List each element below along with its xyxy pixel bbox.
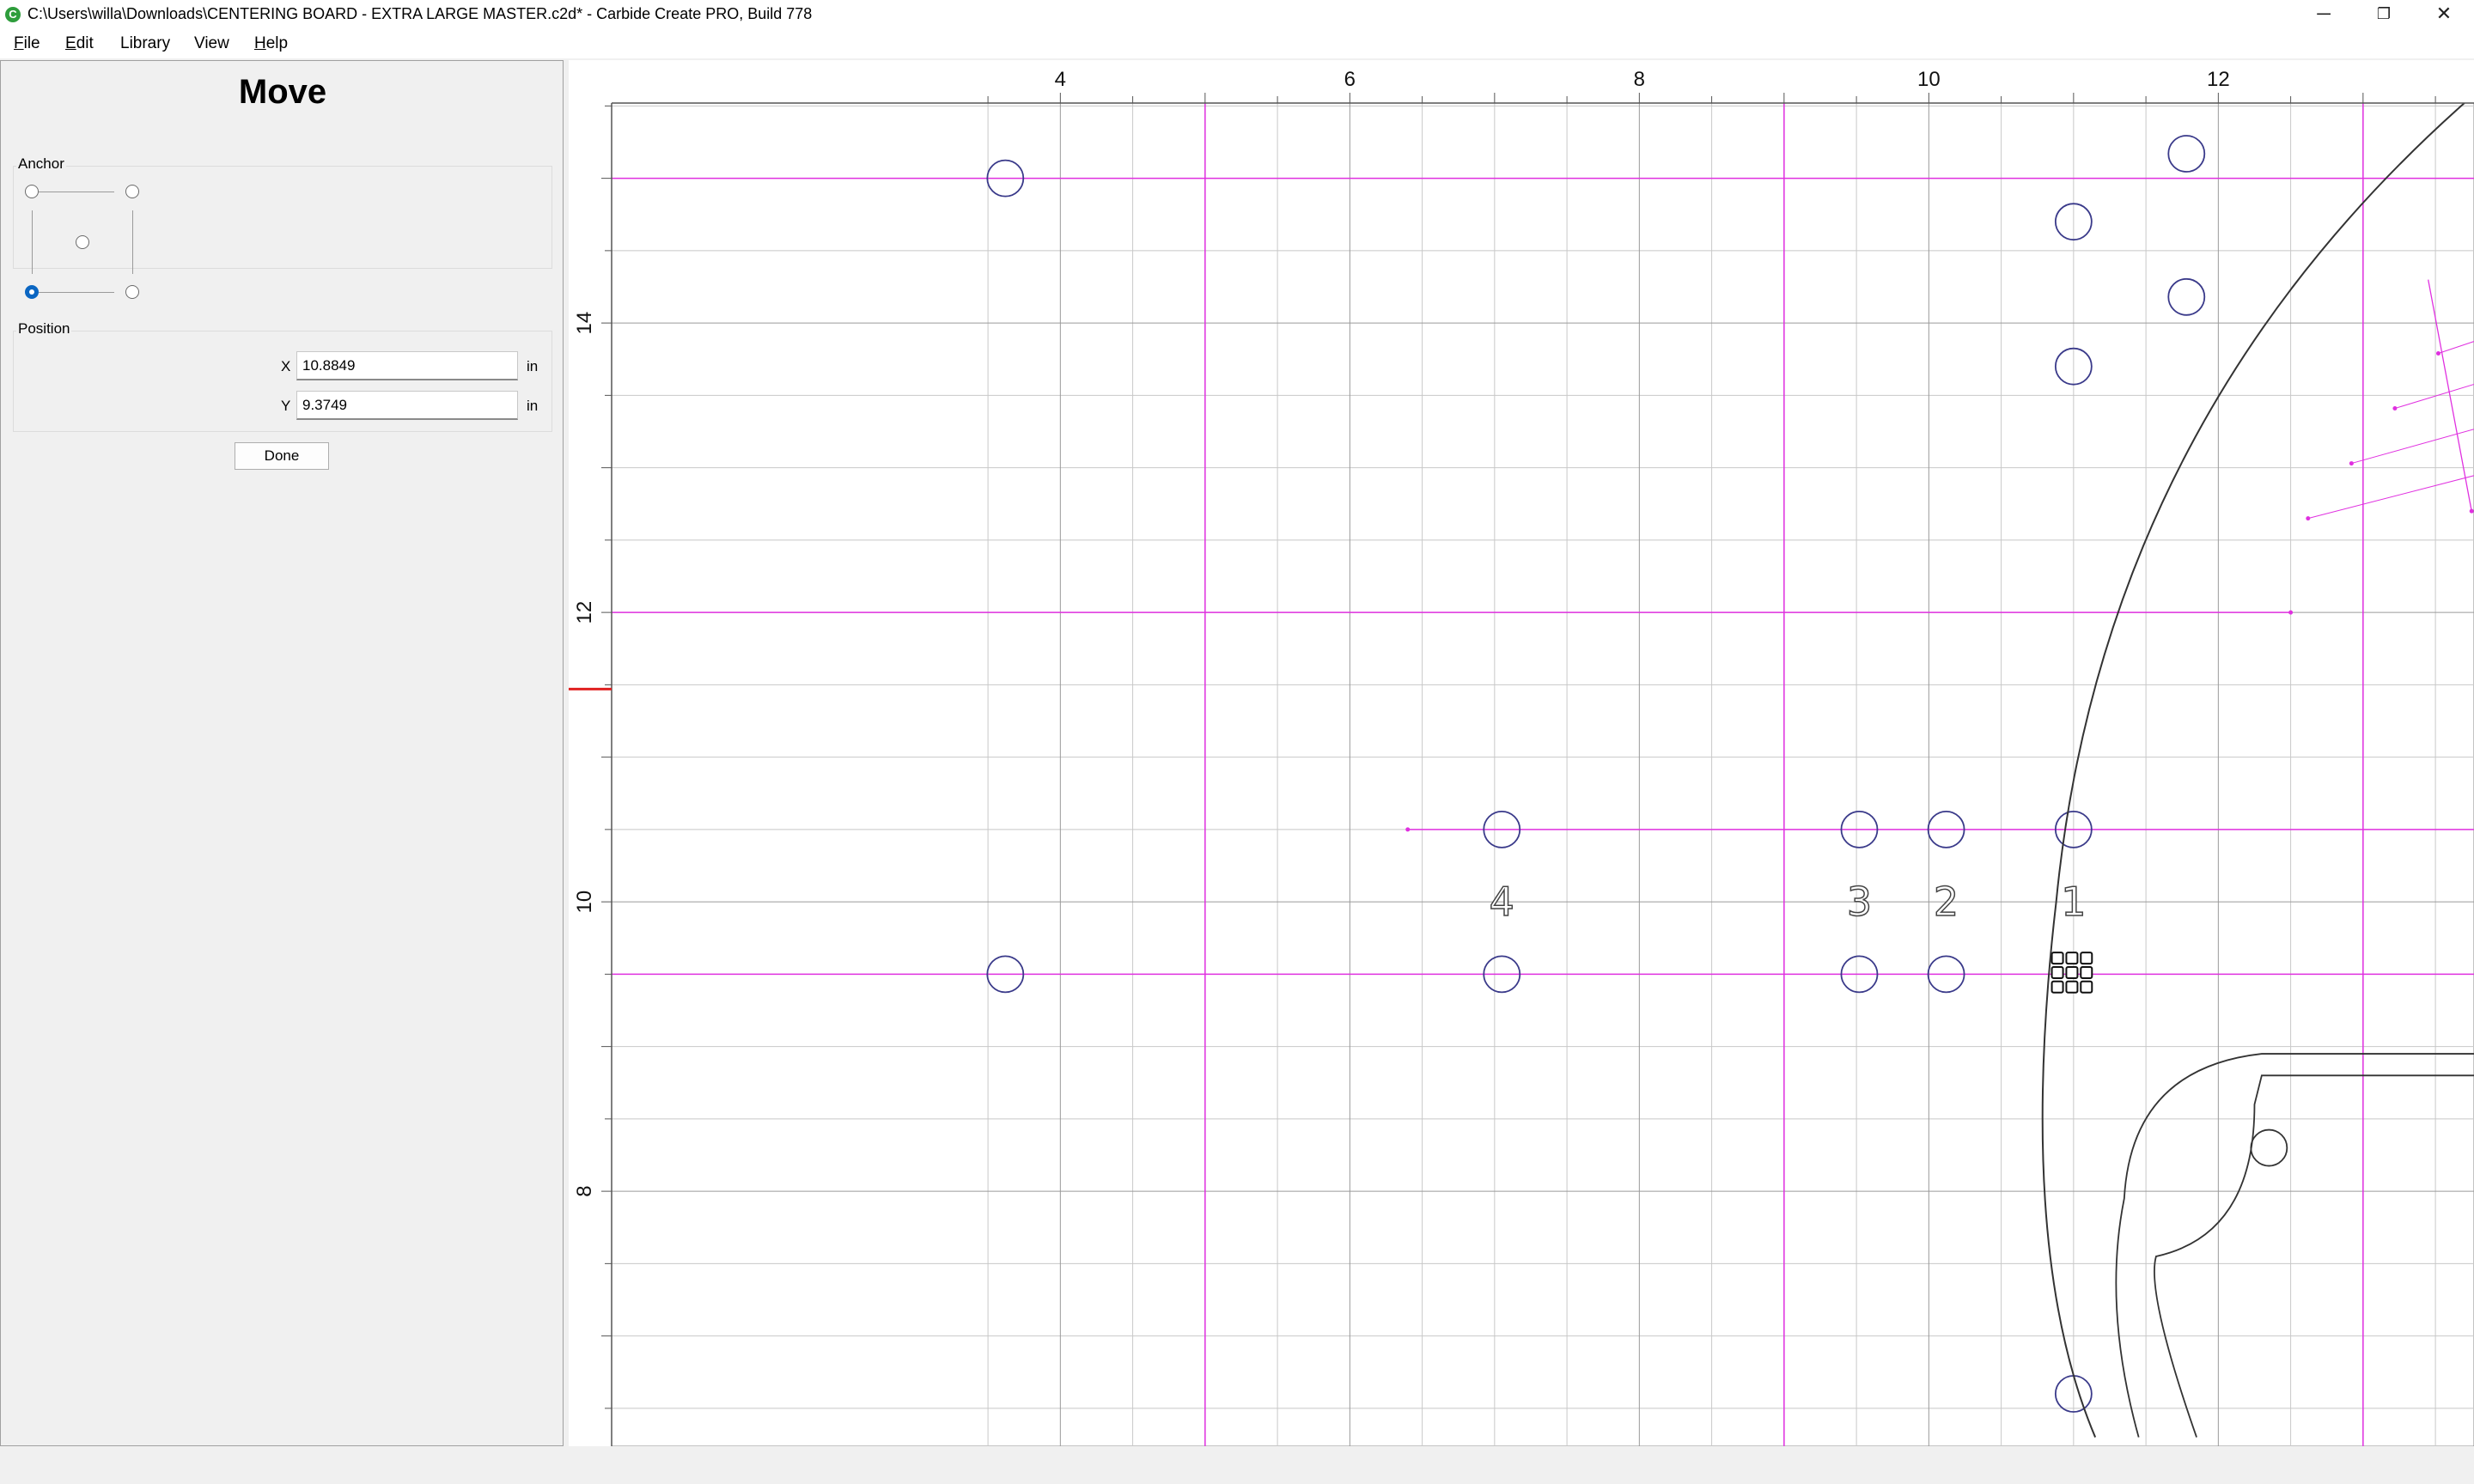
selection-handle[interactable] — [2050, 952, 2064, 965]
selection-handle[interactable] — [2065, 952, 2079, 965]
x-ruler-label-10: 10 — [1917, 68, 1941, 91]
hatch-endpoint — [2306, 516, 2311, 521]
restore-button[interactable]: ❐ — [2354, 0, 2414, 29]
design-canvas-svg[interactable]: 4321 468101214161412108 — [569, 60, 2474, 1446]
selection-handle[interactable] — [2050, 980, 2064, 994]
hatch-endpoint — [2435, 351, 2440, 356]
guide-endpoint — [2288, 610, 2294, 615]
anchor-group-label: Anchor — [16, 155, 66, 173]
y-ruler-label-8: 8 — [573, 1185, 596, 1196]
hatch-endpoint — [2392, 406, 2398, 411]
anchor-top-left-radio[interactable] — [25, 185, 39, 198]
menu-edit[interactable]: Edit — [65, 34, 94, 53]
hatch-endpoint — [2349, 461, 2354, 466]
hole-label-1: 1 — [2061, 879, 2086, 925]
y-label: Y — [281, 398, 291, 414]
x-ruler-label-4: 4 — [1055, 68, 1066, 91]
hole-label-2: 2 — [1934, 879, 1959, 925]
anchor-bottom-right-radio[interactable] — [125, 285, 139, 299]
carbide-create-app-icon: C — [5, 7, 21, 22]
anchor-center-radio[interactable] — [76, 235, 89, 249]
selection-handle[interactable] — [2050, 965, 2064, 979]
close-button[interactable]: ✕ — [2414, 0, 2474, 29]
selection-handle[interactable] — [2080, 952, 2093, 965]
y-ruler-label-12: 12 — [573, 601, 596, 624]
move-panel: Move Anchor Position X in Y in Done — [0, 60, 564, 1446]
left-ruler — [569, 60, 612, 1446]
title-bar: C C:\Users\willa\Downloads\CENTERING BOA… — [0, 0, 2474, 29]
y-ruler-label-10: 10 — [573, 891, 596, 914]
x-label: X — [281, 358, 291, 374]
x-ruler-label-12: 12 — [2207, 68, 2230, 91]
menu-library[interactable]: Library — [120, 34, 170, 53]
anchor-frame-bottom — [39, 292, 114, 293]
y-ruler-label-14: 14 — [573, 312, 596, 335]
x-ruler-label-6: 6 — [1344, 68, 1356, 91]
status-bar — [0, 1446, 2474, 1484]
menu-bar: File Edit Library View Help — [0, 29, 2474, 58]
hatch-endpoint — [2469, 508, 2474, 514]
panel-title: Move — [238, 73, 327, 111]
selection-handle[interactable] — [2080, 965, 2093, 979]
anchor-bottom-left-radio[interactable] — [25, 285, 39, 299]
hole-label-4: 4 — [1490, 879, 1514, 925]
anchor-top-right-radio[interactable] — [125, 185, 139, 198]
window-title: C:\Users\willa\Downloads\CENTERING BOARD… — [27, 5, 813, 22]
position-group-label: Position — [16, 320, 72, 338]
hole-label-3: 3 — [1847, 879, 1872, 925]
selection-handle[interactable] — [2065, 980, 2079, 994]
done-button[interactable]: Done — [235, 442, 329, 470]
y-position-input[interactable] — [296, 391, 518, 420]
design-canvas[interactable]: 4321 468101214161412108 — [569, 60, 2474, 1446]
menu-view[interactable]: View — [194, 34, 229, 53]
x-ruler-label-8: 8 — [1634, 68, 1645, 91]
menu-file[interactable]: File — [14, 34, 40, 53]
menu-help[interactable]: Help — [254, 34, 288, 53]
top-ruler — [569, 60, 2474, 103]
minimize-button[interactable]: ─ — [2294, 0, 2354, 29]
y-unit-label: in — [527, 398, 539, 414]
anchor-frame-left — [32, 210, 33, 274]
anchor-group — [13, 166, 552, 269]
x-position-input[interactable] — [296, 351, 518, 380]
canvas-background — [569, 60, 2474, 1446]
x-unit-label: in — [527, 358, 539, 374]
selection-handle[interactable] — [2065, 965, 2079, 979]
selection-handle[interactable] — [2080, 980, 2093, 994]
guide-endpoint — [1405, 827, 1411, 832]
anchor-frame-right — [132, 210, 133, 274]
